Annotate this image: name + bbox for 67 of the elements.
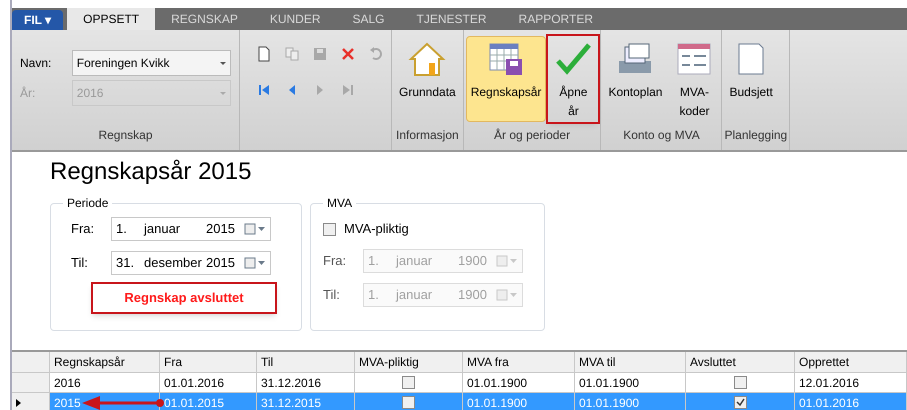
checkbox[interactable] [402, 376, 415, 389]
field-label: Til: [71, 254, 89, 272]
checkbox[interactable] [734, 376, 746, 389]
table-cell: 01.01.2016 [160, 373, 257, 392]
group-title: MVA [326, 195, 354, 212]
ribbon-button[interactable]: Åpne år [548, 36, 598, 122]
column-header[interactable]: MVA-pliktig [355, 352, 463, 372]
group-label: Planlegging [724, 127, 788, 144]
group-label: År og perioder [493, 127, 572, 144]
delete-icon[interactable] [340, 46, 356, 62]
table-cell: 01.01.1900 [463, 393, 575, 410]
first-record-icon[interactable] [256, 82, 272, 98]
group-label: Regnskap [97, 127, 154, 144]
table-cell: 01.01.1900 [463, 373, 575, 392]
column-header[interactable]: MVA til [575, 352, 686, 372]
dropdown-caret-icon [220, 62, 226, 64]
file-menu-button[interactable]: FIL ▾ [12, 10, 64, 30]
table-cell: 01.01.2016 [795, 393, 907, 410]
checkmark-icon [553, 41, 594, 77]
current-row-icon [16, 398, 21, 406]
ribbon-button[interactable]: Grunndata [394, 36, 461, 122]
table-cell: 12.01.2016 [795, 373, 907, 392]
column-header[interactable]: Fra [160, 352, 257, 372]
page-heading: Regnskapsår 2015 [50, 158, 252, 186]
dropdown-caret-icon [220, 92, 226, 94]
group-label: Konto og MVA [622, 127, 701, 144]
ribbon-tab[interactable]: OPPSETT [67, 8, 156, 30]
table-cell: 01.01.1900 [575, 393, 686, 410]
ribbon-button[interactable]: Budsjett [724, 36, 778, 122]
new-document-icon[interactable] [256, 46, 272, 62]
field-label: Fra: [71, 220, 96, 238]
table-row[interactable]: 2016 01.01.2016 31.12.2016 01.01.1900 01.01.1900 12.01.2016 [12, 373, 907, 393]
status-message: Regnskap avsluttet [91, 282, 277, 314]
table-cell: 31.12.2016 [257, 373, 355, 392]
field-label: Til: [323, 286, 341, 304]
ribbon-button[interactable]: MVA- koder [669, 36, 720, 122]
ribbon-tab[interactable]: REGNSKAP [155, 8, 254, 30]
checkbox[interactable] [734, 396, 746, 409]
ribbon-tab[interactable]: KUNDER [254, 8, 336, 30]
column-header[interactable]: Til [257, 352, 355, 372]
ribbon-tab[interactable]: TJENESTER [400, 8, 503, 30]
checkbox[interactable] [402, 396, 415, 409]
calendar-dropdown-icon[interactable] [244, 223, 266, 235]
checkbox-label: MVA-pliktig [344, 220, 409, 238]
name-dropdown[interactable]: Foreningen Kvikk [72, 50, 231, 76]
calendar-dropdown-icon[interactable] [244, 257, 266, 269]
column-header[interactable]: MVA fra [463, 352, 575, 372]
field-label: År: [20, 85, 36, 102]
column-header[interactable]: Opprettet [795, 352, 907, 372]
ribbon-button[interactable]: Regnskapsår [466, 36, 546, 122]
ribbon-button[interactable]: Kontoplan [603, 36, 668, 122]
ribbon-tab[interactable]: RAPPORTER [502, 8, 609, 30]
house-icon [407, 41, 448, 77]
date-field[interactable]: 31. desember 2015 [111, 251, 271, 275]
date-field[interactable]: 1. januar 2015 [111, 217, 271, 241]
table-cell: 2016 [50, 373, 160, 392]
group-title: Periode [66, 195, 110, 212]
table-cell: 01.01.1900 [575, 373, 686, 392]
column-header[interactable]: Avsluttet [686, 352, 795, 372]
check-icon [736, 398, 744, 407]
field-label: Fra: [323, 252, 348, 270]
checkbox[interactable] [323, 222, 336, 236]
field-label: Navn: [20, 55, 52, 72]
table-cell: 31.12.2015 [257, 393, 355, 410]
column-header[interactable]: Regnskapsår [50, 352, 160, 372]
ribbon-tab[interactable]: SALG [336, 8, 401, 30]
group-label: Informasjon [395, 127, 460, 144]
